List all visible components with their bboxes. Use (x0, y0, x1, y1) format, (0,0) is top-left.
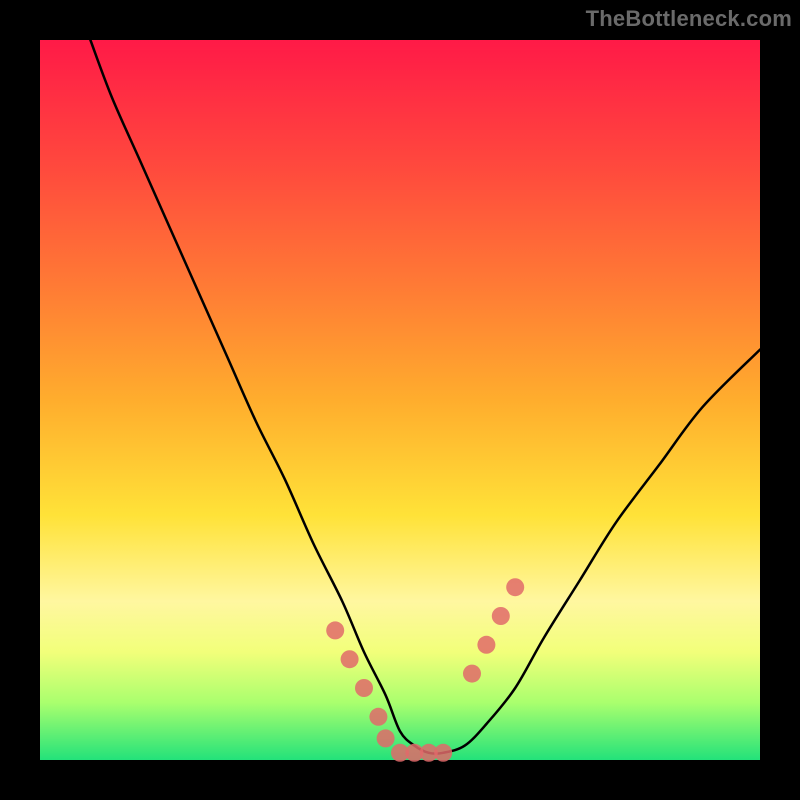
plot-area (40, 40, 760, 760)
marker-dot (463, 665, 481, 683)
marker-dot (434, 744, 452, 762)
chart-frame: TheBottleneck.com (0, 0, 800, 800)
watermark-label: TheBottleneck.com (586, 6, 792, 32)
marker-dot (341, 650, 359, 668)
bottleneck-curve (90, 40, 760, 754)
marker-dot (506, 578, 524, 596)
marker-dot (369, 708, 387, 726)
marker-dot (326, 621, 344, 639)
marker-dot (355, 679, 373, 697)
marker-dot (492, 607, 510, 625)
curve-layer (40, 40, 760, 760)
marker-cluster-right (463, 578, 524, 682)
marker-cluster-left (326, 621, 452, 761)
marker-dot (477, 636, 495, 654)
marker-dot (377, 729, 395, 747)
